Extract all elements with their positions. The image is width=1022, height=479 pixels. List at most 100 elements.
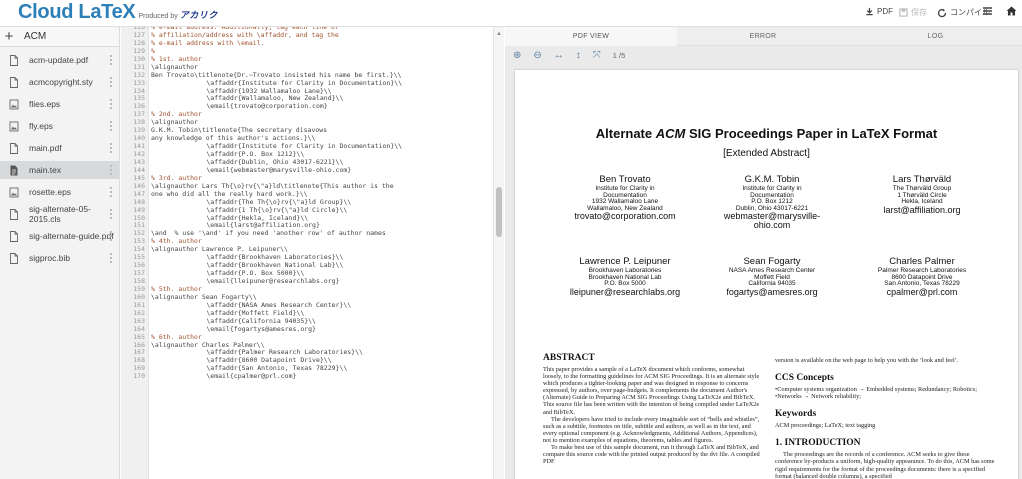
file-name: sig-alternate-guide.pdf	[29, 231, 114, 241]
file-menu-icon[interactable]	[110, 55, 112, 65]
author-email: larst@affiliation.org	[883, 204, 961, 215]
file-item[interactable]: acm-update.pdf	[0, 51, 119, 69]
code-line[interactable]: 128% e-mail address with \email.	[121, 38, 503, 48]
image-file-icon	[9, 187, 19, 198]
author-block: Sean Fogarty NASA Ames Research Center Mof…	[707, 256, 837, 297]
code-text: \alignauthor Lars Th{\o}rv{\"a}ld\titlen…	[151, 181, 394, 190]
project-name: ACM	[24, 31, 47, 42]
app-logo[interactable]: Cloud LaTeX Produced by アカリク	[18, 1, 218, 24]
refresh-icon	[937, 8, 947, 17]
file-item[interactable]: main.tex	[0, 161, 119, 179]
file-item[interactable]: rosette.eps	[0, 183, 119, 201]
author-email: fogartys@amesres.org	[726, 286, 818, 297]
file-menu-icon[interactable]	[110, 187, 112, 197]
keywords-text: ACM proceedings; LaTeX; text tagging	[775, 422, 876, 430]
menu-button[interactable]	[982, 6, 993, 16]
file-name: sigproc.bib	[29, 253, 71, 263]
abstract-paragraph: To make best use of this sample document…	[543, 444, 760, 466]
code-text: G.K.M. Tobin\titlenote{The secretary dis…	[151, 126, 328, 135]
code-text: \affaddr{NASA Ames Research Center}\\	[179, 300, 352, 309]
zoom-in-icon[interactable]: ⊕	[513, 50, 521, 61]
code-text: \email{trovato@corporation.com}	[179, 102, 328, 111]
file-name: flies.eps	[29, 99, 61, 109]
code-text: one who did all the really hard work.}\\	[151, 189, 308, 198]
tab-pdf-view[interactable]: PDF VIEW	[505, 27, 677, 46]
code-text: % 6th. author	[151, 332, 202, 341]
code-text: \affaddr{Palmer Research Laboratories}\\	[179, 348, 363, 357]
zoom-out-icon[interactable]: ⊖	[533, 50, 541, 61]
file-menu-icon[interactable]	[110, 253, 112, 263]
abstract-paragraph: The developers have tried to include eve…	[543, 415, 760, 444]
code-editor[interactable]: 126% e-mail address. Additionally, tag e…	[121, 27, 504, 479]
scroll-up-icon[interactable]: ▲	[496, 31, 502, 37]
logo-subtext: Produced by	[138, 13, 178, 20]
project-header: + ACM	[0, 27, 119, 47]
file-menu-icon[interactable]	[110, 121, 112, 131]
editor-scrollbar[interactable]: ▲	[493, 27, 504, 479]
tab-log[interactable]: LOG	[849, 27, 1022, 46]
code-text: % affiliation/address with \affaddr, and…	[151, 30, 339, 39]
author-email: trovato@corporation.com	[574, 211, 676, 221]
file-name: fly.eps	[29, 121, 53, 131]
code-text: % 2nd. author	[151, 110, 202, 119]
home-button[interactable]	[1006, 6, 1017, 16]
fit-height-icon[interactable]: ↕	[576, 50, 581, 61]
file-icon	[9, 252, 19, 264]
code-text: \affaddr{P.O. Box 1212}\\	[179, 150, 305, 158]
save-label: 保存	[911, 8, 927, 17]
file-tree-panel: + ACM acm-update.pdf acmcopyright.sty flie…	[0, 27, 120, 479]
code-text: %	[151, 46, 155, 55]
ccs-text: •Computer systems organization → Embedde…	[775, 386, 977, 401]
fullscreen-icon[interactable]: ⤧	[593, 50, 601, 61]
paper-subtitle: [Extended Abstract]	[723, 148, 810, 159]
code-line[interactable]: 170 \email{cpalmer@prl.com}	[121, 372, 503, 381]
code-text: \affaddr{San Antonio, Texas 78229}\\	[179, 364, 348, 373]
file-item[interactable]: sig-alternate-05-2015.cls	[0, 204, 119, 224]
code-text: \email{fogartys@amesres.org}	[179, 324, 316, 333]
home-icon	[1006, 6, 1017, 16]
author-block: Lawrence P. Leipuner Brookhaven Laborator…	[560, 256, 690, 297]
introduction-text: The proceedings are the records of a con…	[775, 451, 995, 479]
file-menu-icon[interactable]	[110, 209, 112, 219]
author-block: Charles Palmer Palmer Research Laboratori…	[857, 256, 987, 297]
app-window: Cloud LaTeX Produced by アカリク PDF 保存 コンパイル …	[0, 0, 1022, 479]
tab-error[interactable]: ERROR	[677, 27, 849, 46]
editor-scrollbar-thumb[interactable]	[496, 187, 502, 237]
file-item[interactable]: main.pdf	[0, 139, 119, 157]
file-name: rosette.eps	[29, 187, 72, 197]
file-icon	[9, 76, 19, 88]
file-icon	[9, 208, 19, 220]
save-button[interactable]: 保存	[899, 7, 927, 18]
paper-title-em: ACM	[655, 126, 686, 141]
file-menu-icon[interactable]	[110, 143, 112, 153]
file-item[interactable]: fly.eps	[0, 117, 119, 135]
file-item[interactable]: sigproc.bib	[0, 249, 119, 267]
file-item[interactable]: sig-alternate-guide.pdf	[0, 227, 119, 245]
code-text: % e-mail address with \email.	[151, 38, 265, 47]
code-text: \affaddr{Institute for Clarity in Docume…	[179, 142, 403, 151]
file-menu-icon[interactable]	[110, 165, 112, 175]
code-text: \and % use '\and' if you need 'another r…	[151, 229, 386, 238]
file-menu-icon[interactable]	[110, 99, 112, 109]
file-menu-icon[interactable]	[110, 77, 112, 87]
code-text: \affaddr{Brookhaven National Lab}\\	[179, 261, 344, 270]
code-text: \affaddr{California 94035}\\	[179, 316, 316, 325]
download-pdf-button[interactable]: PDF	[865, 7, 893, 16]
file-name: acmcopyright.sty	[29, 77, 93, 87]
author-block: G.K.M. Tobin Institute for Clarity in Docu…	[707, 174, 837, 230]
code-text: % 3rd. author	[151, 173, 202, 182]
code-text: \affaddr{The Th{\o}rv{\"a}ld Group}\\	[179, 197, 352, 206]
download-icon	[866, 7, 873, 16]
file-item[interactable]: flies.eps	[0, 95, 119, 113]
code-text: \email{lleipuner@researchlabs.org}	[179, 277, 340, 285]
code-text: \alignauthor Lawrence P. Leipuner\\	[151, 245, 288, 254]
file-menu-icon[interactable]	[110, 231, 112, 241]
paper-title: Alternate ACM SIG Proceedings Paper in L…	[515, 126, 1018, 141]
code-text: \email{larst@affiliation.org}	[179, 221, 320, 230]
file-item[interactable]: acmcopyright.sty	[0, 73, 119, 91]
fit-width-icon[interactable]: ↔	[554, 50, 564, 61]
code-text: any knowledge of this author's actions.}…	[151, 134, 316, 143]
add-file-icon[interactable]: +	[0, 27, 18, 47]
preview-tabs: PDF VIEW ERROR LOG	[505, 27, 1022, 46]
save-icon	[899, 8, 908, 17]
